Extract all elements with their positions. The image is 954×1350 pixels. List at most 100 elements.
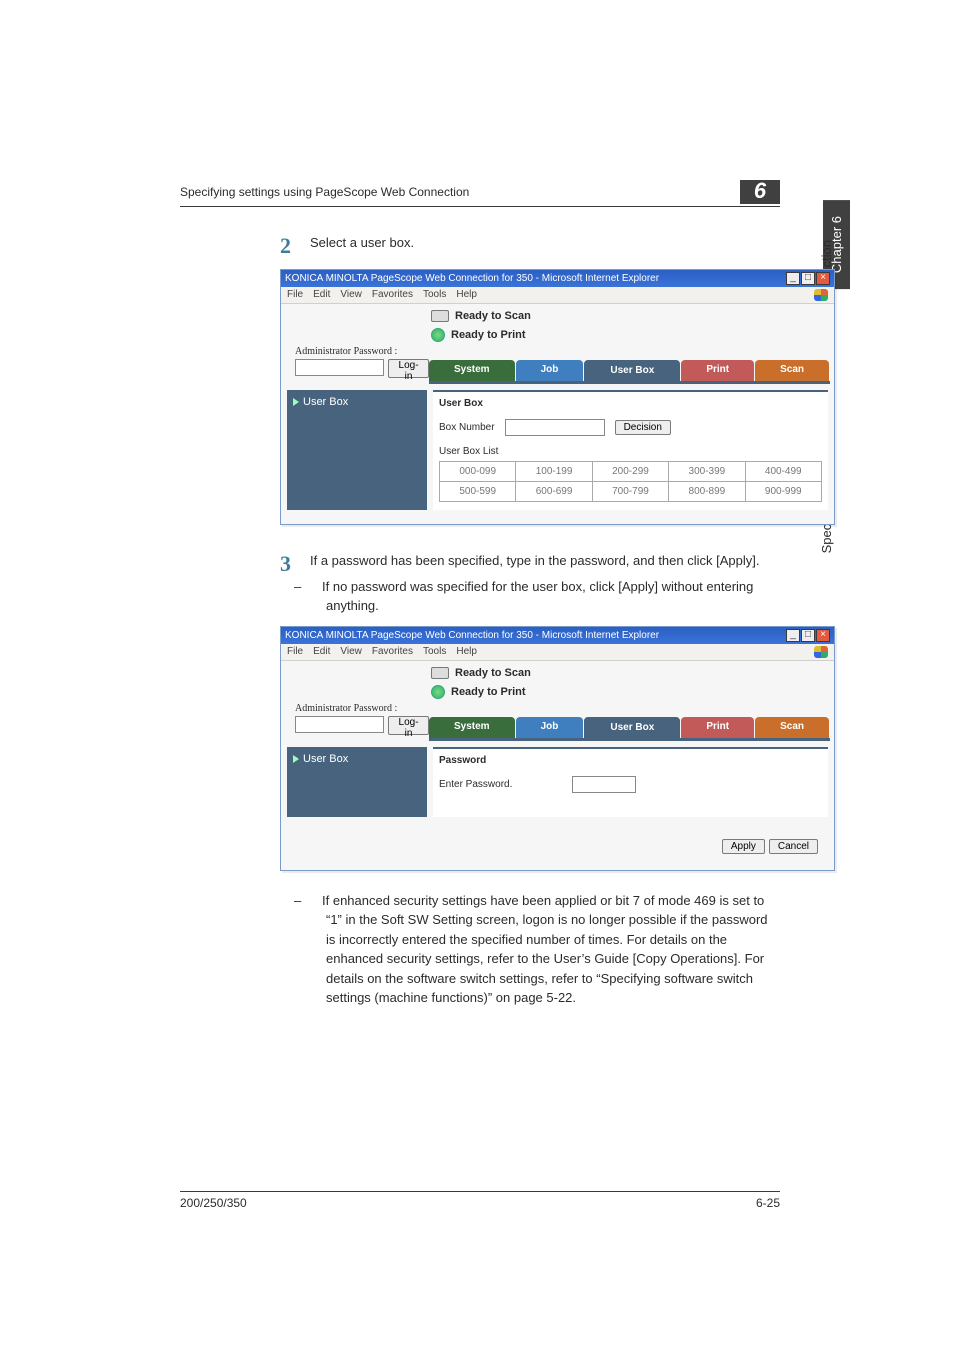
login-button[interactable]: Log-in [388,359,429,378]
status-area: Ready to Scan [421,661,834,681]
status-area: Ready to Scan [421,304,834,324]
running-header: Specifying settings using PageScope Web … [180,180,780,207]
tab-system[interactable]: System [429,717,515,738]
menu-file[interactable]: File [287,289,303,301]
triangle-icon [293,398,299,406]
range-cell[interactable]: 600-699 [516,482,592,502]
window-title: KONICA MINOLTA PageScope Web Connection … [285,273,659,284]
step-2: 2 Select a user box. [280,233,780,259]
minimize-icon[interactable]: _ [786,272,800,285]
enter-password-label: Enter Password. [439,779,512,790]
right-panel: User Box Box Number Decision User Box Li… [433,390,828,510]
range-cell[interactable]: 100-199 [516,462,592,482]
status-scan: Ready to Scan [455,310,531,322]
tab-print[interactable]: Print [681,717,754,738]
menu-tools[interactable]: Tools [423,646,446,658]
step-3-sub2: –If enhanced security settings have been… [310,891,780,1008]
page-footer: 200/250/350 6-25 [180,1191,780,1210]
tab-scan[interactable]: Scan [755,360,829,381]
sidebar-item-userbox[interactable]: User Box [293,753,421,765]
header-chapter-num: 6 [740,180,780,204]
tab-job[interactable]: Job [516,717,584,738]
step-2-text: Select a user box. [310,233,780,253]
menu-tools[interactable]: Tools [423,289,446,301]
range-cell[interactable]: 300-399 [669,462,745,482]
decision-button[interactable]: Decision [615,420,671,435]
triangle-icon [293,755,299,763]
window-titlebar: KONICA MINOLTA PageScope Web Connection … [281,627,834,644]
panel-title: Password [439,755,822,766]
tab-print[interactable]: Print [681,360,754,381]
maximize-icon[interactable]: □ [801,629,815,642]
status-area2: Ready to Print [421,679,834,701]
tab-scan[interactable]: Scan [755,717,829,738]
menu-file[interactable]: File [287,646,303,658]
screenshot-userbox: KONICA MINOLTA PageScope Web Connection … [280,269,835,525]
box-number-label: Box Number [439,422,495,433]
window-title: KONICA MINOLTA PageScope Web Connection … [285,630,659,641]
sidebar-item-userbox[interactable]: User Box [293,396,421,408]
header-title: Specifying settings using PageScope Web … [180,185,469,199]
range-table: 000-099 100-199 200-299 300-399 400-499 … [439,461,822,502]
menu-favorites[interactable]: Favorites [372,289,413,301]
step-3-sub1: –If no password was specified for the us… [310,577,780,616]
tab-job[interactable]: Job [516,360,584,381]
menu-favorites[interactable]: Favorites [372,646,413,658]
printer-icon [431,328,445,342]
box-list-label: User Box List [439,446,822,457]
window-titlebar: KONICA MINOLTA PageScope Web Connection … [281,270,834,287]
browser-menubar: File Edit View Favorites Tools Help [281,287,834,304]
ie-flag-icon [814,289,828,301]
maximize-icon[interactable]: □ [801,272,815,285]
range-cell[interactable]: 200-299 [592,462,668,482]
range-cell[interactable]: 800-899 [669,482,745,502]
range-cell[interactable]: 500-599 [440,482,516,502]
close-icon[interactable]: × [816,629,830,642]
footer-left: 200/250/350 [180,1196,247,1210]
footer-right: 6-25 [756,1196,780,1210]
sidebar-item-label: User Box [303,753,348,765]
screenshot-password: KONICA MINOLTA PageScope Web Connection … [280,626,835,871]
step-3-sub2-row: . –If enhanced security settings have be… [280,885,780,1008]
range-cell[interactable]: 000-099 [440,462,516,482]
status-print: Ready to Print [451,329,526,341]
menu-view[interactable]: View [340,646,362,658]
tab-system[interactable]: System [429,360,515,381]
admin-password-input[interactable] [295,716,384,733]
range-cell[interactable]: 700-799 [592,482,668,502]
range-cell[interactable]: 400-499 [745,462,821,482]
left-panel: User Box [287,390,427,510]
admin-password-label: Administrator Password : [281,344,429,357]
cancel-button[interactable]: Cancel [769,839,818,854]
box-number-input[interactable] [505,419,605,436]
step-3-num: 3 [280,551,296,577]
step-2-num: 2 [280,233,296,259]
admin-password-input[interactable] [295,359,384,376]
close-icon[interactable]: × [816,272,830,285]
tab-userbox[interactable]: User Box [584,717,680,738]
menu-view[interactable]: View [340,289,362,301]
step-3-text: If a password has been specified, type i… [310,551,780,571]
menu-help[interactable]: Help [456,289,477,301]
ie-flag-icon [814,646,828,658]
right-panel: Password Enter Password. [433,747,828,817]
password-input[interactable] [572,776,636,793]
left-panel: User Box [287,747,427,817]
status-print: Ready to Print [451,686,526,698]
admin-password-label: Administrator Password : [281,701,429,714]
menu-edit[interactable]: Edit [313,289,330,301]
status-scan: Ready to Scan [455,667,531,679]
panel-title: User Box [439,398,822,409]
browser-menubar: File Edit View Favorites Tools Help [281,644,834,661]
apply-button[interactable]: Apply [722,839,765,854]
tab-userbox[interactable]: User Box [584,360,680,381]
scanner-icon [431,310,449,322]
menu-edit[interactable]: Edit [313,646,330,658]
printer-icon [431,685,445,699]
minimize-icon[interactable]: _ [786,629,800,642]
step-3: 3 If a password has been specified, type… [280,551,780,616]
range-cell[interactable]: 900-999 [745,482,821,502]
menu-help[interactable]: Help [456,646,477,658]
status-area2: Ready to Print [421,322,834,344]
login-button[interactable]: Log-in [388,716,429,735]
